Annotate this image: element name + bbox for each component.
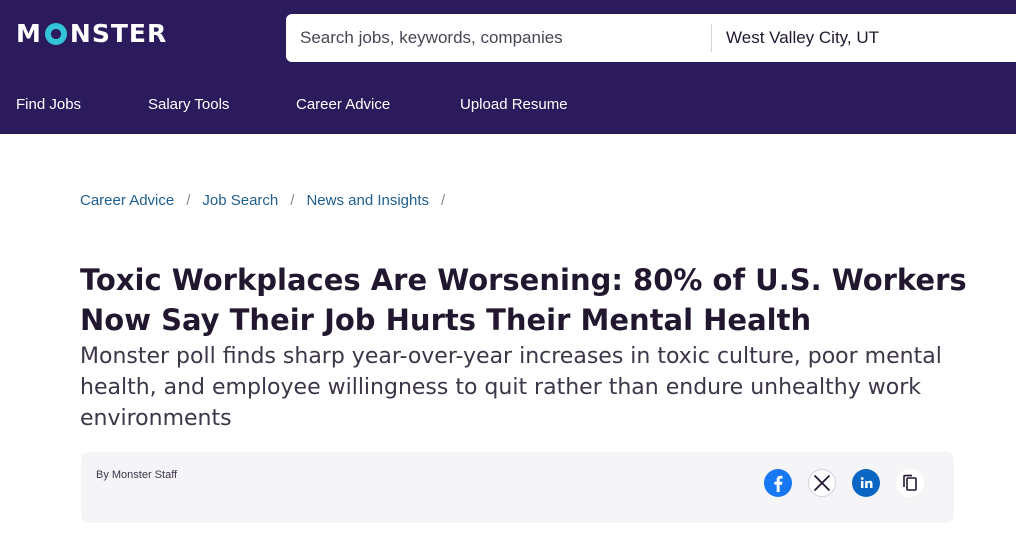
x-icon[interactable] xyxy=(808,469,836,497)
share-icons xyxy=(764,469,924,497)
site-header: M NSTER Find Jobs Salary Tools Career Ad… xyxy=(0,0,1016,134)
nav-find-jobs[interactable]: Find Jobs xyxy=(16,96,81,113)
byline-card: By Monster Staff xyxy=(81,452,954,523)
linkedin-icon[interactable] xyxy=(852,469,880,497)
main-nav: Find Jobs Salary Tools Career Advice Upl… xyxy=(0,90,1016,122)
breadcrumb-job-search[interactable]: Job Search xyxy=(202,192,278,209)
breadcrumb-separator: / xyxy=(441,192,446,209)
breadcrumb-news-and-insights[interactable]: News and Insights xyxy=(306,192,429,209)
keywords-search-input[interactable] xyxy=(300,14,700,62)
article-subtitle: Monster poll finds sharp year-over-year … xyxy=(80,344,942,431)
breadcrumb-career-advice[interactable]: Career Advice xyxy=(80,192,174,209)
logo-o-icon xyxy=(44,23,67,45)
article-title: Toxic Workplaces Are Worsening: 80% of U… xyxy=(80,263,967,337)
location-input[interactable] xyxy=(726,14,1006,62)
copy-icon[interactable] xyxy=(896,469,924,497)
nav-salary-tools[interactable]: Salary Tools xyxy=(148,96,229,113)
breadcrumb-separator: / xyxy=(290,192,295,209)
monster-logo[interactable]: M NSTER xyxy=(16,21,167,47)
nav-upload-resume[interactable]: Upload Resume xyxy=(460,96,568,113)
search-bar xyxy=(286,14,1016,62)
search-divider xyxy=(711,24,712,52)
article-byline: By Monster Staff xyxy=(96,469,178,481)
logo-letters: NSTER xyxy=(69,19,168,48)
logo-letter-m: M xyxy=(16,19,42,48)
breadcrumb-separator: / xyxy=(186,192,191,209)
facebook-icon[interactable] xyxy=(764,469,792,497)
nav-career-advice[interactable]: Career Advice xyxy=(296,96,390,113)
breadcrumb: Career Advice / Job Search / News and In… xyxy=(80,192,457,209)
